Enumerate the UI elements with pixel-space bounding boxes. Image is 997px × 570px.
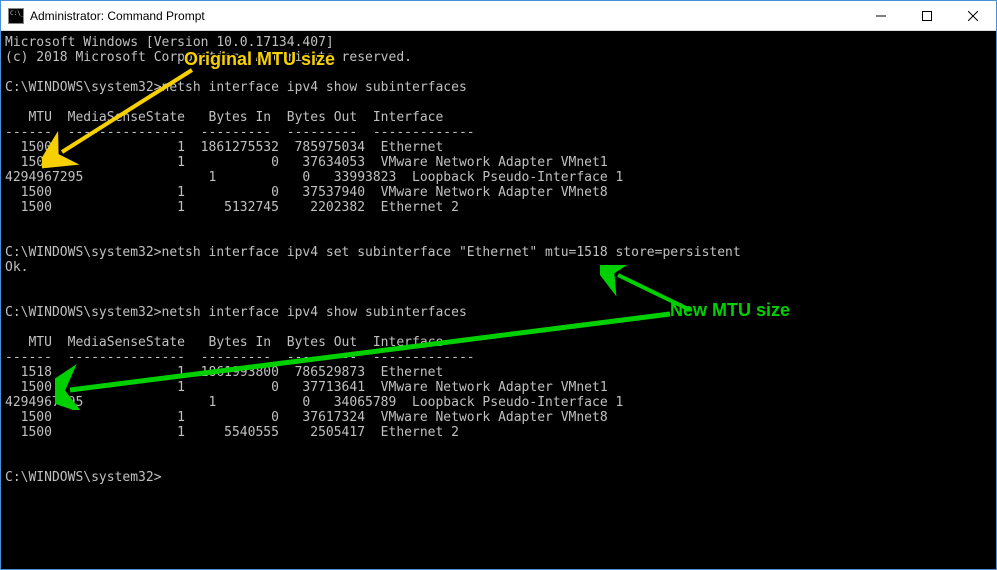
minimize-button[interactable] xyxy=(858,1,904,31)
window-title: Administrator: Command Prompt xyxy=(30,9,205,23)
titlebar[interactable]: Administrator: Command Prompt xyxy=(1,1,996,31)
terminal-output[interactable]: Microsoft Windows [Version 10.0.17134.40… xyxy=(1,31,996,569)
command-prompt-window: Administrator: Command Prompt Microsoft … xyxy=(0,0,997,570)
cmd-icon xyxy=(8,8,24,24)
close-button[interactable] xyxy=(950,1,996,31)
maximize-button[interactable] xyxy=(904,1,950,31)
